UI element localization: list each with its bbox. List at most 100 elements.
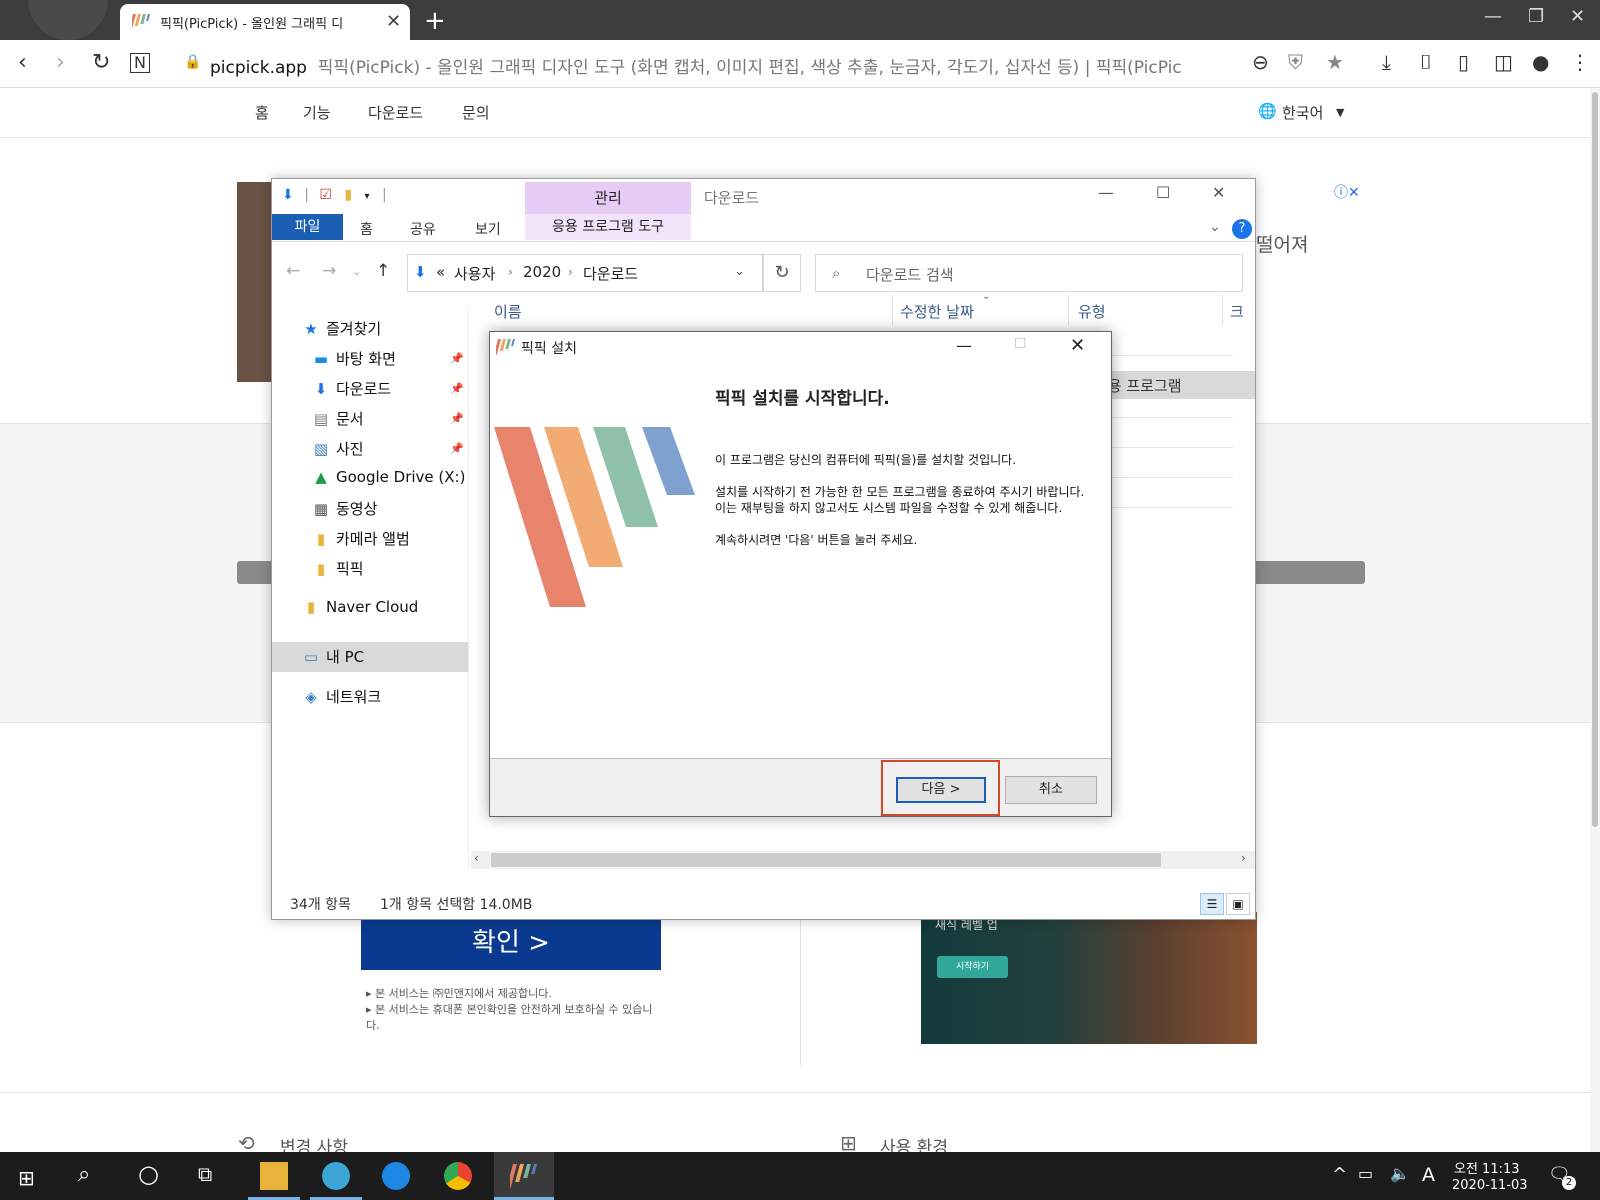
app-taskbar-icon[interactable] <box>322 1162 350 1190</box>
path-item-2020[interactable]: 2020 <box>523 263 561 281</box>
sidebar-item-naver-cloud[interactable]: ▮ Naver Cloud <box>302 598 418 616</box>
column-type[interactable]: 유형 <box>1078 301 1106 322</box>
tab-manage[interactable]: 관리 <box>525 182 691 214</box>
shield-icon[interactable]: ⛨ <box>1288 50 1303 74</box>
restore-icon[interactable]: ❐ <box>1528 6 1544 27</box>
game-start-button[interactable]: 시작하기 <box>937 956 1008 978</box>
forward-icon[interactable]: › <box>56 50 65 75</box>
path-dropdown-icon[interactable]: ⌄ <box>734 264 745 279</box>
column-divider-2[interactable] <box>1068 295 1069 325</box>
explorer-minimize-icon[interactable]: — <box>1098 183 1114 202</box>
home-n-icon[interactable]: N <box>130 53 150 73</box>
globe-icon[interactable]: 🌐 <box>1258 102 1277 120</box>
column-size[interactable]: 크 <box>1230 301 1244 322</box>
refresh-icon[interactable]: ↻ <box>763 254 801 292</box>
edge-icon[interactable] <box>382 1162 410 1190</box>
search-input[interactable]: ⌕ 다운로드 검색 <box>815 254 1243 292</box>
star-icon[interactable]: ★ <box>1326 50 1344 74</box>
zoom-out-icon[interactable]: ⊖ <box>1252 50 1269 74</box>
tab-view[interactable]: 보기 <box>475 219 501 239</box>
customize-dropdown-icon[interactable]: ▾ <box>365 191 370 202</box>
search-icon-taskbar[interactable]: ⌕ <box>78 1162 90 1187</box>
browser-tab[interactable]: 픽픽(PicPick) - 올인원 그래픽 디 ✕ <box>120 4 410 40</box>
pin-icon-4[interactable]: 📌 <box>450 442 464 455</box>
properties-check-icon[interactable]: ☑ <box>319 187 332 203</box>
minimize-icon[interactable]: — <box>1484 6 1502 27</box>
column-divider-1[interactable] <box>892 295 893 325</box>
nav-back-icon[interactable]: ← <box>286 261 300 281</box>
ad-image[interactable] <box>237 182 273 382</box>
path-chevron-icon[interactable]: › <box>508 265 513 279</box>
tab-app-tools[interactable]: 응용 프로그램 도구 <box>525 214 691 240</box>
nav-contact[interactable]: 문의 <box>462 102 490 123</box>
sidebar-item-quick-access[interactable]: ★ 즐겨찾기 <box>302 318 381 339</box>
sidebar-item-this-pc[interactable]: ▭ 내 PC <box>302 646 364 667</box>
sidebar-item-network[interactable]: ◈ 네트워크 <box>302 686 381 707</box>
nav-forward-icon[interactable]: → <box>322 261 336 281</box>
tab-file[interactable]: 파일 <box>272 214 343 240</box>
url-field[interactable]: picpick.app 픽픽(PicPick) - 올인원 그래픽 디자인 도구… <box>210 53 1235 78</box>
nav-download[interactable]: 다운로드 <box>368 102 423 123</box>
nav-home[interactable]: 홈 <box>255 102 269 123</box>
column-name[interactable]: 이름 <box>494 301 522 322</box>
path-item-downloads[interactable]: 다운로드 <box>583 263 638 284</box>
lock-icon[interactable]: 🔒 <box>184 54 201 70</box>
close-window-icon[interactable]: ✕ <box>1570 6 1585 27</box>
reload-icon[interactable]: ↻ <box>92 50 110 75</box>
sidebar-item-videos[interactable]: ▦ 동영상 <box>312 498 378 519</box>
language-select[interactable]: 한국어 <box>1282 102 1323 123</box>
page-scrollbar-thumb[interactable] <box>1592 92 1598 827</box>
path-item-users[interactable]: 사용자 <box>454 263 495 284</box>
scroll-left-icon[interactable]: ‹ <box>474 851 479 865</box>
dialog-close-icon[interactable]: ✕ <box>1070 335 1085 356</box>
column-divider-3[interactable] <box>1222 295 1223 325</box>
profile-avatar-icon[interactable]: ● <box>1532 50 1549 74</box>
dialog-minimize-icon[interactable]: — <box>956 336 972 355</box>
sidebar-item-documents[interactable]: ▤ 문서 <box>312 408 364 429</box>
sidebar-item-picpick[interactable]: ▮ 픽픽 <box>312 558 364 579</box>
help-icon[interactable]: ? <box>1232 219 1252 239</box>
back-icon[interactable]: ‹ <box>18 50 27 75</box>
network-tray-icon[interactable]: ▭ <box>1358 1164 1373 1183</box>
new-tab-icon[interactable]: + <box>424 6 446 36</box>
recent-locations-icon[interactable]: ⌄ <box>352 265 361 278</box>
cortana-icon[interactable]: ○ <box>138 1160 159 1188</box>
dialog-maximize-icon[interactable]: ☐ <box>1014 336 1027 352</box>
close-tab-icon[interactable]: ✕ <box>386 11 401 32</box>
start-windows-icon[interactable]: ⊞ <box>18 1166 35 1190</box>
next-button[interactable]: 다음 > <box>896 777 986 803</box>
column-date-modified[interactable]: 수정한 날짜 <box>900 301 974 322</box>
quick-access-toolbar[interactable]: ⬇ | ☑ ▮ ▾ | <box>282 187 387 203</box>
address-path-box[interactable]: ⬇ « 사용자 › 2020 › 다운로드 ⌄ <box>407 254 763 292</box>
tray-chevron-up-icon[interactable]: ^ <box>1332 1164 1347 1185</box>
ad-text[interactable]: 떨어져 <box>1256 230 1308 257</box>
menu-icon[interactable]: ⋮ <box>1570 50 1590 74</box>
volume-icon[interactable]: 🔈 <box>1390 1164 1410 1183</box>
new-folder-icon[interactable]: ▮ <box>344 187 352 203</box>
horizontal-scrollbar[interactable]: ‹ › <box>471 851 1255 869</box>
confirm-button[interactable]: 확인 > <box>361 918 661 970</box>
file-explorer-taskbar-icon[interactable] <box>260 1162 288 1190</box>
chrome-icon[interactable] <box>444 1162 472 1190</box>
sidebar-item-desktop[interactable]: ▬ 바탕 화면 <box>312 348 396 369</box>
clock-date[interactable]: 2020-11-03 <box>1452 1178 1528 1193</box>
ime-indicator[interactable]: A <box>1422 1164 1435 1186</box>
clock-time[interactable]: 오전 11:13 <box>1454 1158 1520 1177</box>
horizontal-scrollbar-thumb[interactable] <box>491 853 1161 867</box>
details-view-icon[interactable]: ☰ <box>1200 893 1224 915</box>
sidebar-item-google-drive[interactable]: ▲ Google Drive (X:) <box>312 468 465 486</box>
camera-icon[interactable]: ⌷ <box>1420 50 1432 74</box>
pin-icon-3[interactable]: 📌 <box>450 412 464 425</box>
selected-file-row[interactable]: 응용 프로그램 <box>1090 371 1255 399</box>
path-prefix[interactable]: « <box>436 263 445 281</box>
reader-icon[interactable]: ▯ <box>1458 50 1469 74</box>
sidebar-item-pictures[interactable]: ▧ 사진 <box>312 438 364 459</box>
tab-home[interactable]: 홈 <box>360 219 373 239</box>
pane-divider[interactable] <box>468 306 469 871</box>
nav-features[interactable]: 기능 <box>303 102 331 123</box>
pin-icon-2[interactable]: 📌 <box>450 382 464 395</box>
task-view-icon[interactable]: ⧉ <box>198 1162 212 1186</box>
up-folder-icon[interactable]: ↑ <box>376 261 390 281</box>
ad-close-icon[interactable]: ⓘ✕ <box>1334 182 1360 202</box>
large-icons-view-icon[interactable]: ▣ <box>1226 893 1250 915</box>
